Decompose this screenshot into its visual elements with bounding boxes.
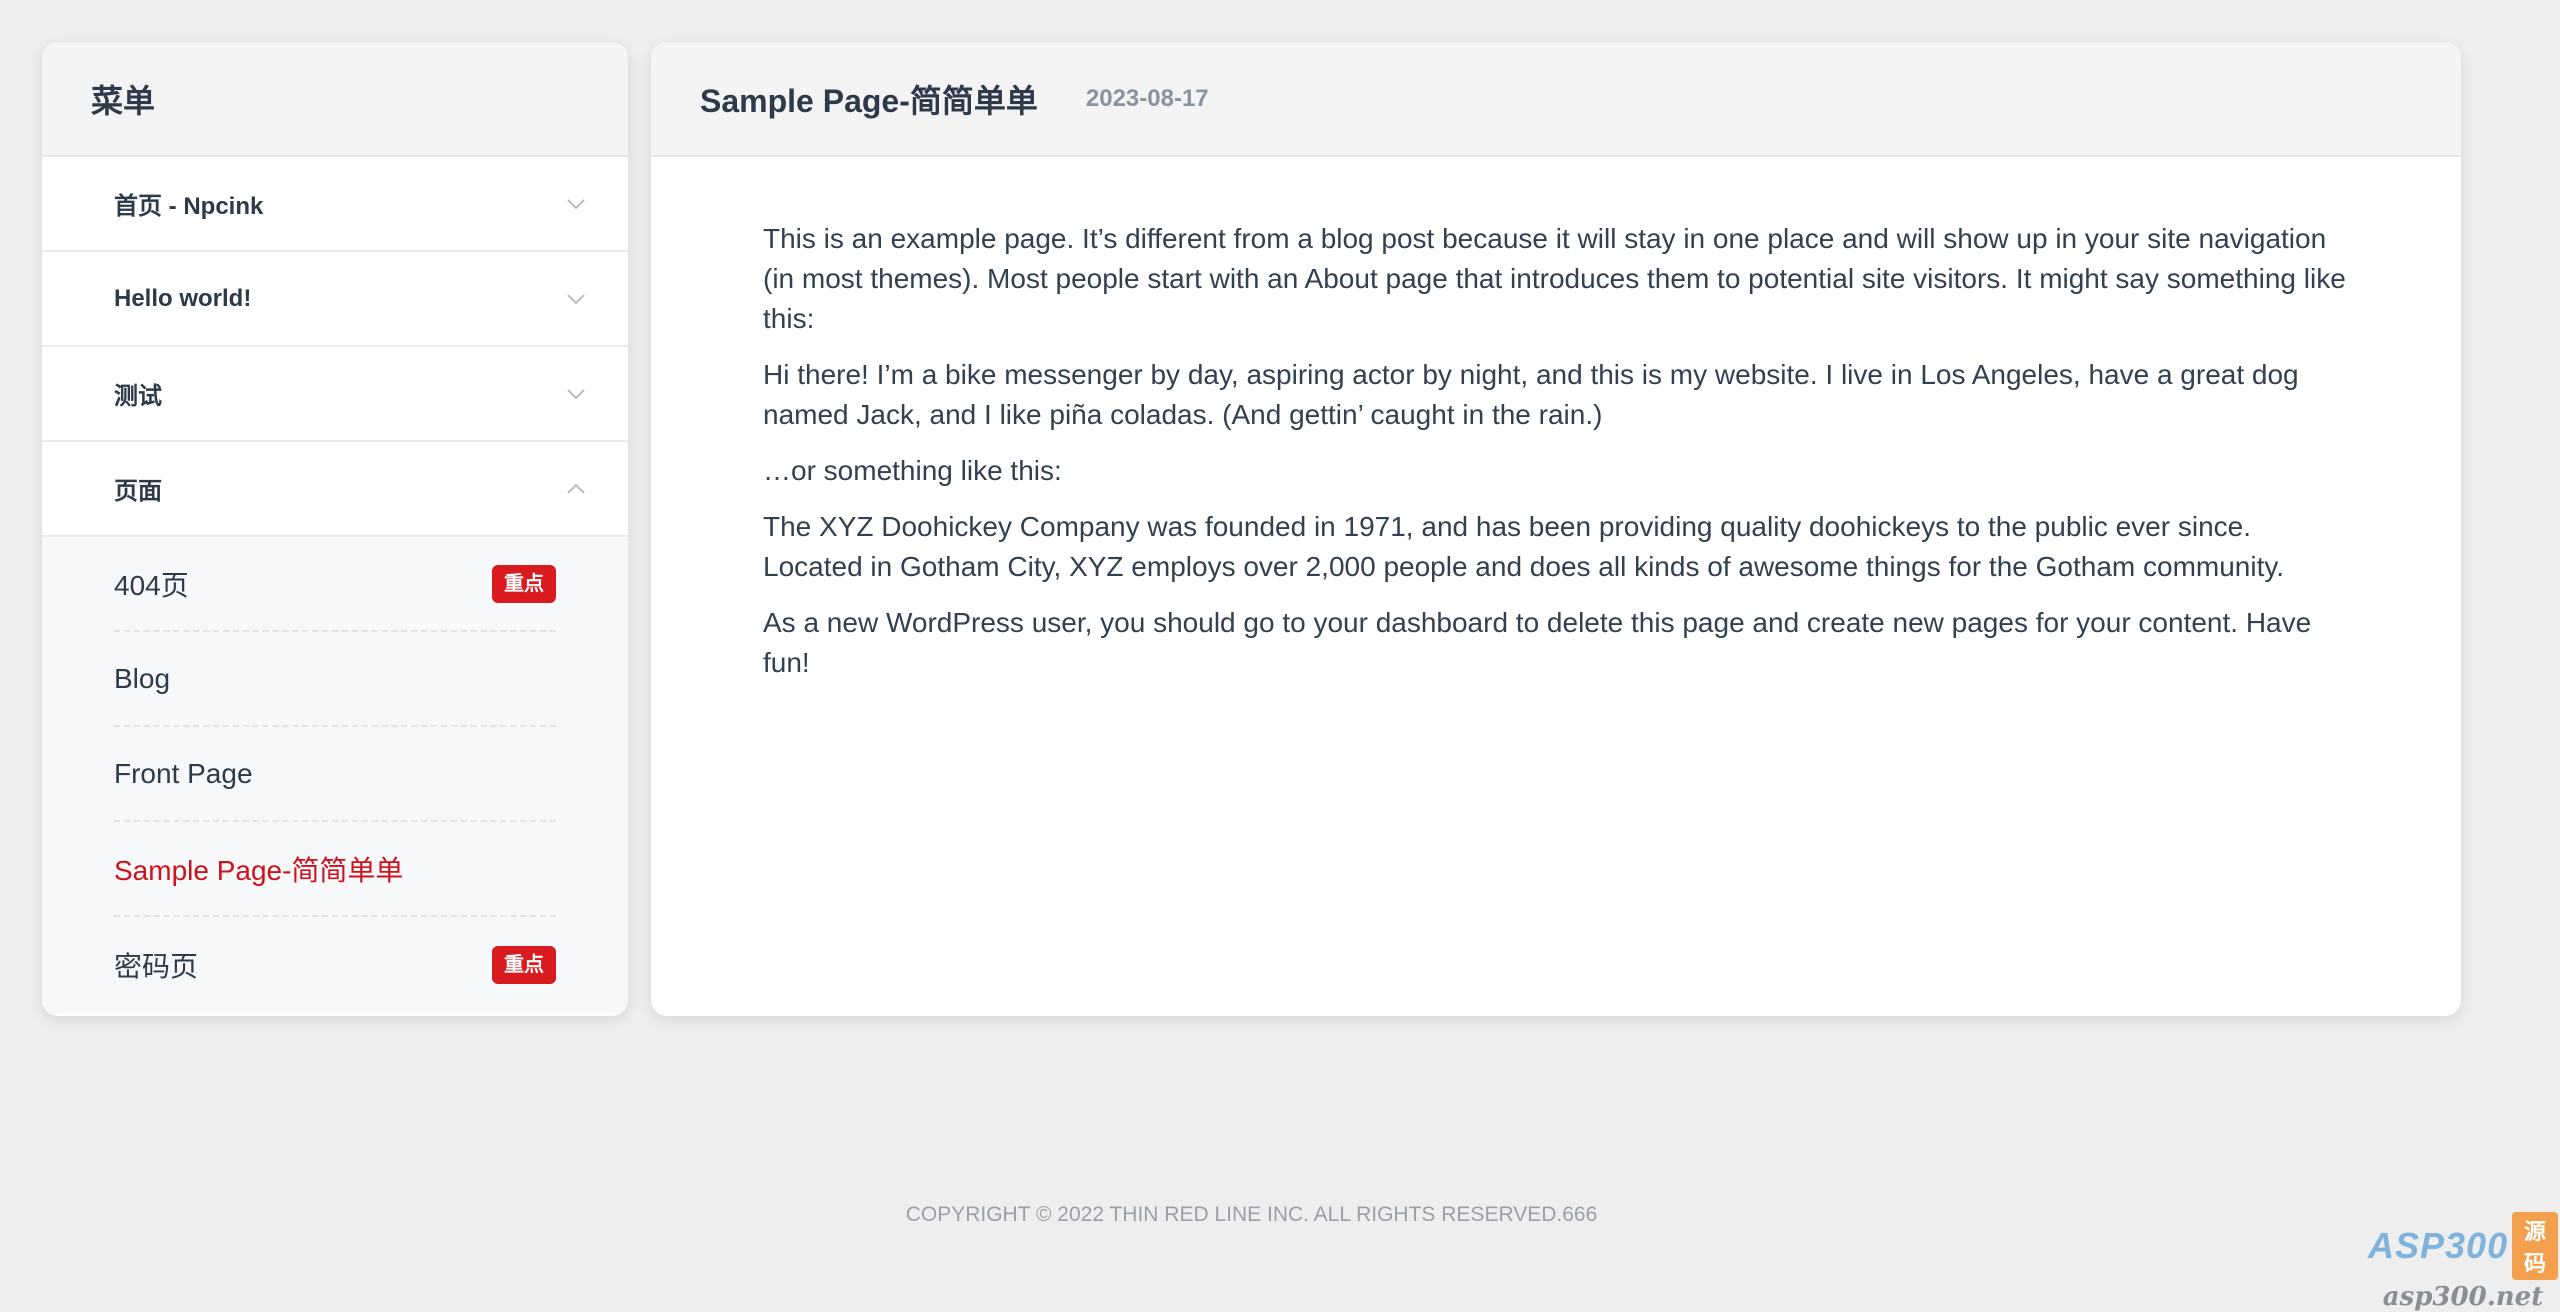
chevron-down-icon — [562, 380, 590, 408]
submenu-item-sample-page[interactable]: Sample Page-简简单单 — [114, 822, 556, 917]
submenu-pages: 404页 重点 Blog Front Page Sample Page-简简单单… — [42, 537, 628, 1013]
submenu-item-label: Blog — [114, 662, 171, 694]
watermark-tag: 源码 — [2512, 1212, 2558, 1280]
important-badge: 重点 — [492, 564, 556, 603]
submenu-item-blog[interactable]: Blog — [114, 632, 556, 727]
page-date: 2023-08-17 — [1085, 84, 1209, 112]
article-body: This is an example page. It’s different … — [651, 157, 2461, 683]
submenu-item-password-page[interactable]: 密码页 重点 — [114, 917, 556, 1012]
paragraph: As a new WordPress user, you should go t… — [763, 607, 2312, 678]
main-content-card: Sample Page-简简单单 2023-08-17 This is an e… — [651, 42, 2461, 1016]
page-title: Sample Page-简简单单 — [700, 82, 1038, 119]
submenu-item-label: 密码页 — [114, 950, 199, 982]
paragraph: …or something like this: — [763, 455, 1062, 486]
paragraph: This is an example page. It’s different … — [763, 223, 2346, 334]
watermark-main-text: ASP300 — [2368, 1225, 2509, 1266]
submenu-item-label: Sample Page-简简单单 — [114, 854, 404, 886]
menu-item-hello-world[interactable]: Hello world! — [42, 252, 628, 347]
submenu-item-label: 404页 — [114, 569, 189, 601]
important-badge: 重点 — [492, 945, 556, 984]
watermark-url: asp300.net — [2382, 1282, 2544, 1312]
main-header: Sample Page-简简单单 2023-08-17 — [651, 42, 2461, 157]
submenu-item-front-page[interactable]: Front Page — [114, 727, 556, 822]
sidebar-title: 菜单 — [42, 42, 628, 157]
paragraph: Hi there! I’m a bike messenger by day, a… — [763, 359, 2299, 430]
chevron-down-icon — [562, 285, 590, 313]
submenu-item-label: Front Page — [114, 757, 253, 789]
menu-item-label: Hello world! — [114, 284, 252, 312]
submenu-item-404[interactable]: 404页 重点 — [114, 537, 556, 632]
footer-copyright: COPYRIGHT © 2022 THIN RED LINE INC. ALL … — [905, 1203, 1598, 1226]
menu-item-label: 首页 - Npcink — [114, 193, 264, 220]
menu-item-label: 页面 — [114, 478, 162, 505]
sidebar-menu: 菜单 首页 - Npcink Hello world! 测试 页面 404页 重… — [42, 42, 628, 1016]
chevron-down-icon — [562, 190, 590, 218]
watermark-logo: ASP300 源码 asp300.net — [2368, 1212, 2558, 1312]
menu-item-label: 测试 — [114, 383, 162, 410]
watermark-top: ASP300 源码 — [2368, 1212, 2558, 1280]
chevron-up-icon — [562, 475, 590, 503]
menu-item-test[interactable]: 测试 — [42, 347, 628, 442]
menu-item-pages[interactable]: 页面 — [42, 442, 628, 537]
paragraph: The XYZ Doohickey Company was founded in… — [763, 511, 2285, 582]
menu-item-home[interactable]: 首页 - Npcink — [42, 157, 628, 252]
